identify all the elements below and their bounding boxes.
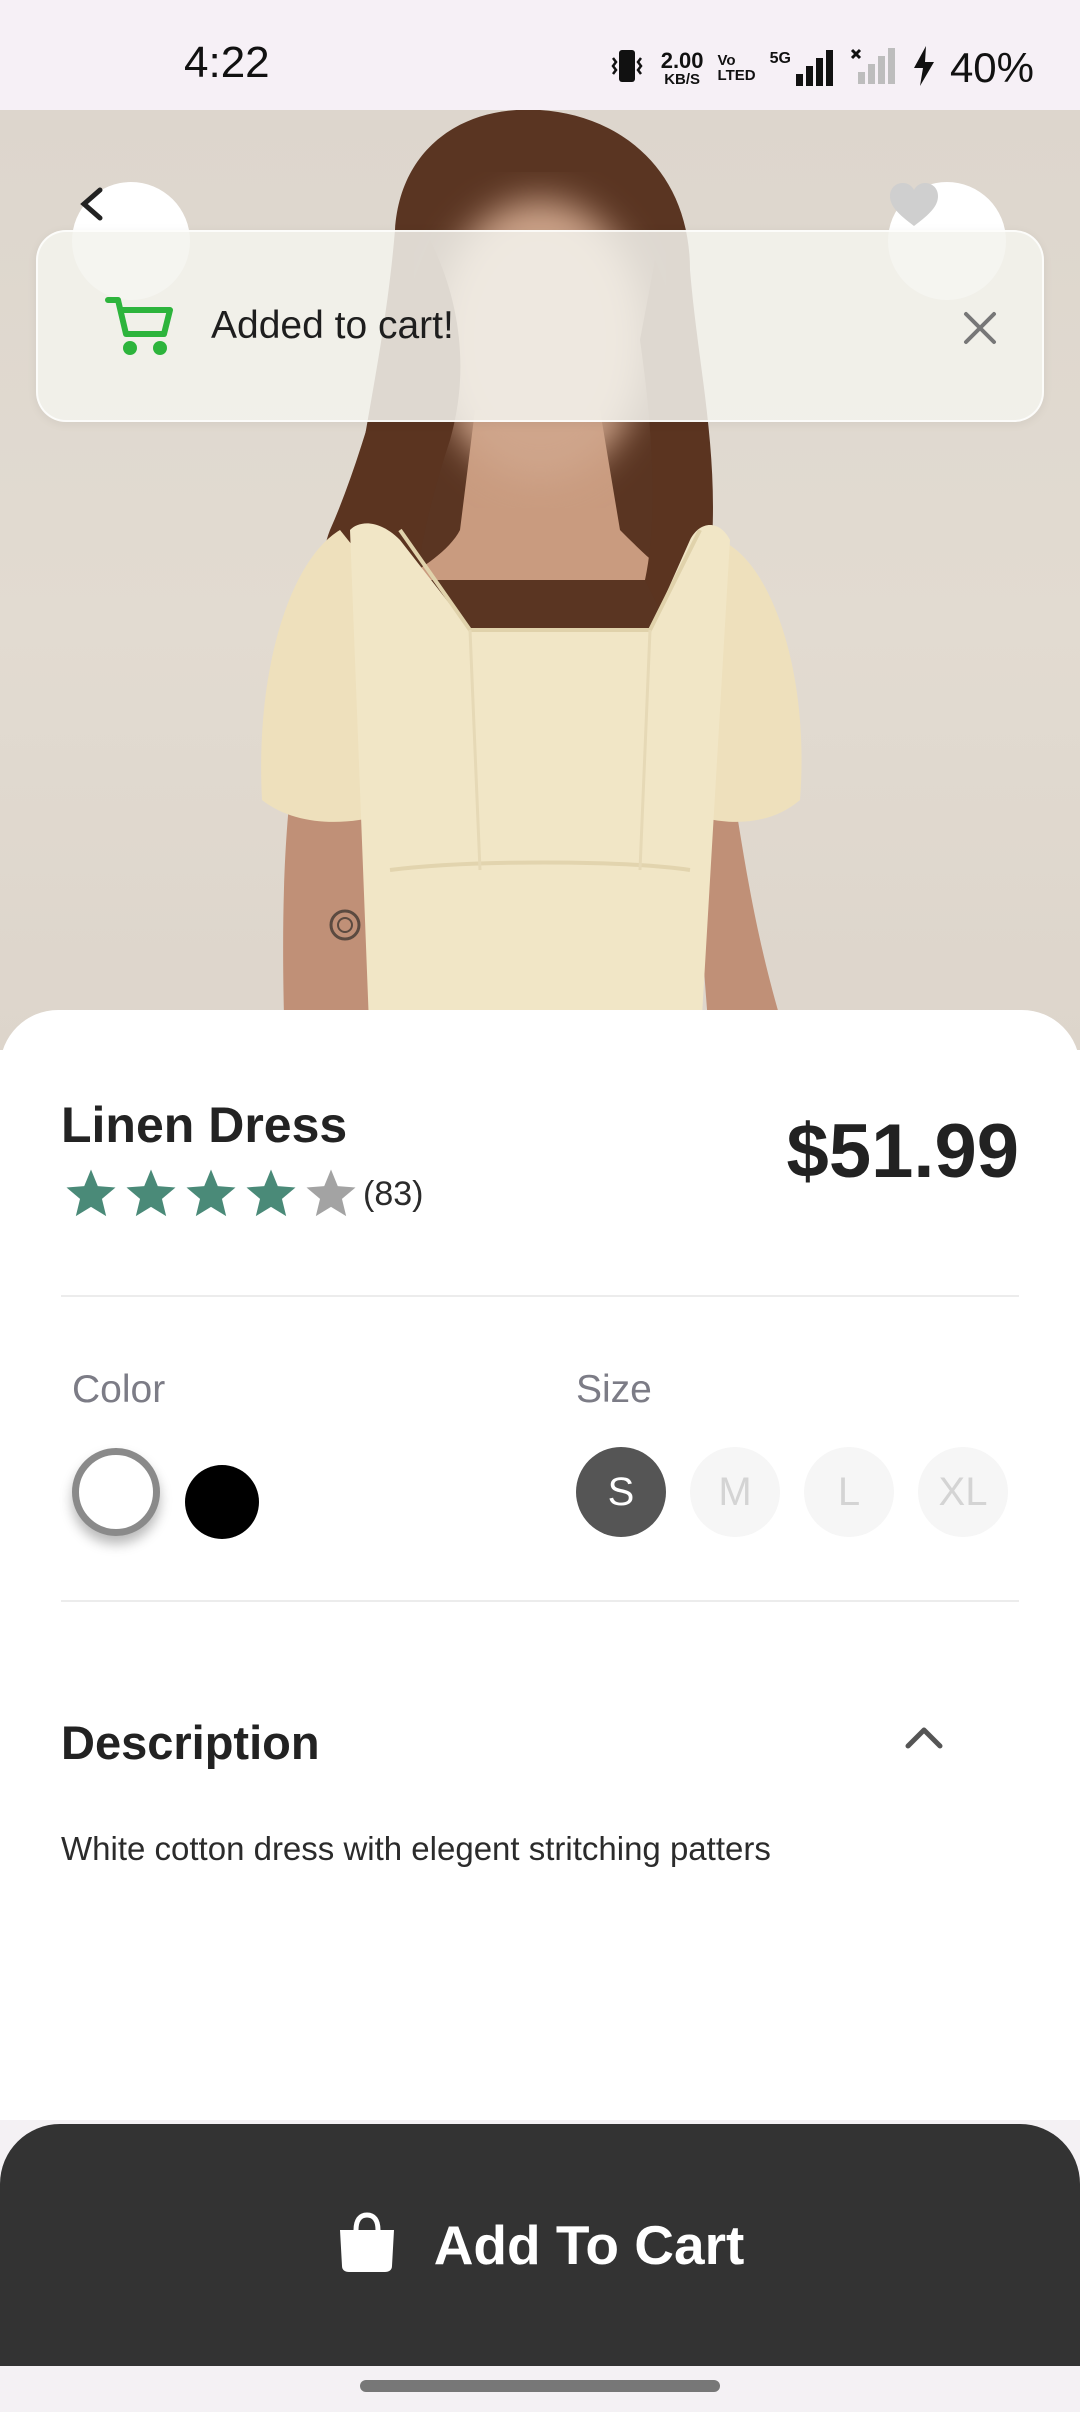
- shopping-bag-icon: [336, 2211, 398, 2279]
- status-icons: 2.00 KB/S Vo LTED 5G 40%: [607, 38, 1034, 98]
- star-empty-icon: [306, 1169, 356, 1217]
- star-filled-icon: [126, 1169, 176, 1217]
- add-to-cart-label: Add To Cart: [433, 2214, 745, 2276]
- star-filled-icon: [186, 1169, 236, 1217]
- product-detail-screen: 4:22 2.00 KB/S Vo LTED 5G 40% Added to c…: [0, 0, 1080, 2412]
- color-swatch-black[interactable]: [185, 1465, 259, 1539]
- product-name: Linen Dress: [61, 1097, 348, 1153]
- network-speed-unit: KB/S: [664, 70, 701, 88]
- size-option-s[interactable]: S: [576, 1447, 666, 1537]
- product-info-sheet: Linen Dress (83) $51.99 Color Size S M L…: [0, 1010, 1080, 2120]
- star-filled-icon: [246, 1169, 296, 1217]
- arrow-left-icon: [80, 187, 103, 221]
- size-option-l[interactable]: L: [804, 1447, 894, 1537]
- volte-top: Vo: [717, 52, 736, 69]
- battery-level: 40%: [949, 44, 1034, 91]
- toast-message: Added to cart!: [211, 304, 454, 347]
- size-label: Size: [576, 1368, 652, 1411]
- network-speed: 2.00 KB/S: [660, 47, 704, 88]
- volte-bottom: LTED: [717, 67, 756, 84]
- description-title: Description: [61, 1716, 320, 1769]
- network-type: 5G: [769, 50, 791, 67]
- size-option-xl[interactable]: XL: [918, 1447, 1008, 1537]
- home-indicator[interactable]: [360, 2380, 720, 2392]
- signal-weak-icon: [850, 47, 898, 89]
- color-swatch-white[interactable]: [72, 1448, 160, 1536]
- close-icon[interactable]: [960, 308, 1000, 353]
- charging-icon: [912, 45, 936, 91]
- added-to-cart-toast: Added to cart!: [36, 230, 1044, 422]
- status-bar: 4:22 2.00 KB/S Vo LTED 5G 40%: [0, 0, 1080, 110]
- divider: [61, 1600, 1019, 1602]
- chevron-up-icon[interactable]: [902, 1722, 946, 1757]
- product-rating: (83): [61, 1166, 423, 1222]
- add-to-cart-button[interactable]: Add To Cart: [0, 2124, 1080, 2366]
- color-label: Color: [72, 1368, 166, 1411]
- vibrate-icon: [607, 46, 647, 91]
- cart-icon: [104, 294, 176, 365]
- size-option-m[interactable]: M: [690, 1447, 780, 1537]
- star-filled-icon: [66, 1169, 116, 1217]
- signal-5g-icon: 5G: [770, 50, 836, 86]
- divider: [61, 1295, 1019, 1297]
- rating-count: (83): [363, 1174, 424, 1213]
- heart-icon: [890, 183, 938, 226]
- network-speed-value: 2.00: [660, 47, 704, 73]
- status-time: 4:22: [184, 38, 270, 87]
- volte-indicator: Vo LTED: [718, 53, 756, 83]
- product-price: $51.99: [786, 1109, 1019, 1194]
- description-text: White cotton dress with elegent stritchi…: [61, 1830, 771, 1867]
